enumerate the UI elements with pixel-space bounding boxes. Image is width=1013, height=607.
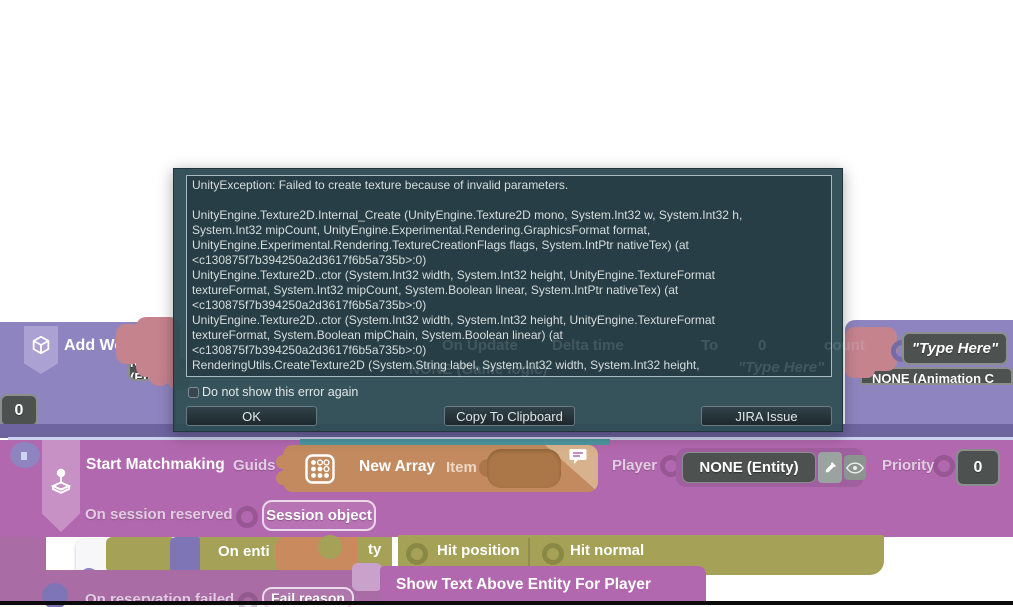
dont-show-checkbox[interactable]: [188, 387, 199, 398]
eyedropper-button[interactable]: [818, 452, 842, 483]
animation-node[interactable]: NONE (Animation C "Type Here": [845, 320, 1013, 432]
eye-icon: [846, 462, 864, 474]
puzzle-piece-olive[interactable]: [106, 537, 176, 573]
item-socket[interactable]: [487, 449, 561, 488]
show-text-node[interactable]: Show Text Above Entity For Player: [380, 566, 706, 602]
priority-label: Priority: [882, 457, 935, 474]
puzzle-notch: [10, 442, 40, 468]
new-array-node[interactable]: New Array Item: [283, 445, 598, 492]
visibility-button[interactable]: [844, 455, 866, 480]
new-array-title: New Array: [359, 458, 435, 476]
notch-mark: [21, 452, 27, 460]
hit-position-socket: [406, 543, 428, 565]
hit-position-label: Hit position: [437, 542, 520, 559]
dont-show-label: Do not show this error again: [202, 385, 358, 399]
joystick-icon: [49, 468, 73, 496]
player-label: Player: [612, 457, 657, 474]
number-value-pill[interactable]: 0: [0, 394, 38, 427]
screenshot-root: Add Wor NONE (Entit 0 NONE (Animation C …: [0, 0, 1013, 607]
matchmaking-title: Start Matchmaking: [86, 456, 225, 474]
type-here-input[interactable]: "Type Here": [902, 332, 1008, 365]
comment-icon[interactable]: [569, 448, 587, 464]
puzzle-piece-pink: [845, 354, 875, 378]
copy-to-clipboard-button[interactable]: Copy To Clipboard: [444, 406, 575, 426]
guids-label: Guids: [233, 457, 276, 474]
error-message-box[interactable]: UnityException: Failed to create texture…: [186, 175, 832, 377]
node-type-badge: [24, 326, 58, 374]
player-value-pill[interactable]: NONE (Entity): [682, 452, 816, 483]
jira-issue-button[interactable]: JIRA Issue: [701, 406, 832, 426]
on-entity-label: On enti: [218, 543, 270, 560]
node-ribbon: [42, 440, 80, 532]
cube-icon: [30, 334, 52, 356]
ok-button[interactable]: OK: [186, 406, 317, 426]
window-edge: [0, 601, 1013, 605]
hit-normal-label: Hit normal: [570, 542, 644, 559]
hit-normal-socket: [542, 543, 564, 565]
priority-value-pill[interactable]: 0: [956, 449, 1000, 486]
on-entity-suffix: ty: [368, 541, 381, 558]
unity-error-dialog: UnityException: Failed to create texture…: [173, 168, 843, 432]
eyedropper-icon: [823, 460, 838, 475]
priority-socket: [933, 455, 955, 477]
session-socket: [236, 506, 258, 528]
array-grid-icon: [305, 454, 335, 484]
player-pill-group: NONE (Entity): [676, 448, 864, 487]
puzzle-tab-olive: [318, 535, 342, 559]
session-object-pill[interactable]: Session object: [262, 500, 376, 531]
start-matchmaking-node[interactable]: Start Matchmaking Guids New Array Item: [0, 440, 1013, 537]
puzzle-piece-lavender: [352, 563, 382, 591]
error-message-text: UnityException: Failed to create texture…: [192, 178, 826, 373]
add-world-node[interactable]: Add Wor NONE (Entit 0: [0, 322, 176, 437]
session-reserved-label: On session reserved: [85, 506, 233, 523]
reservation-failed-node[interactable]: On reservation failed Fail reason: [0, 570, 382, 602]
item-label: Item: [446, 459, 477, 476]
show-text-title: Show Text Above Entity For Player: [396, 576, 651, 594]
